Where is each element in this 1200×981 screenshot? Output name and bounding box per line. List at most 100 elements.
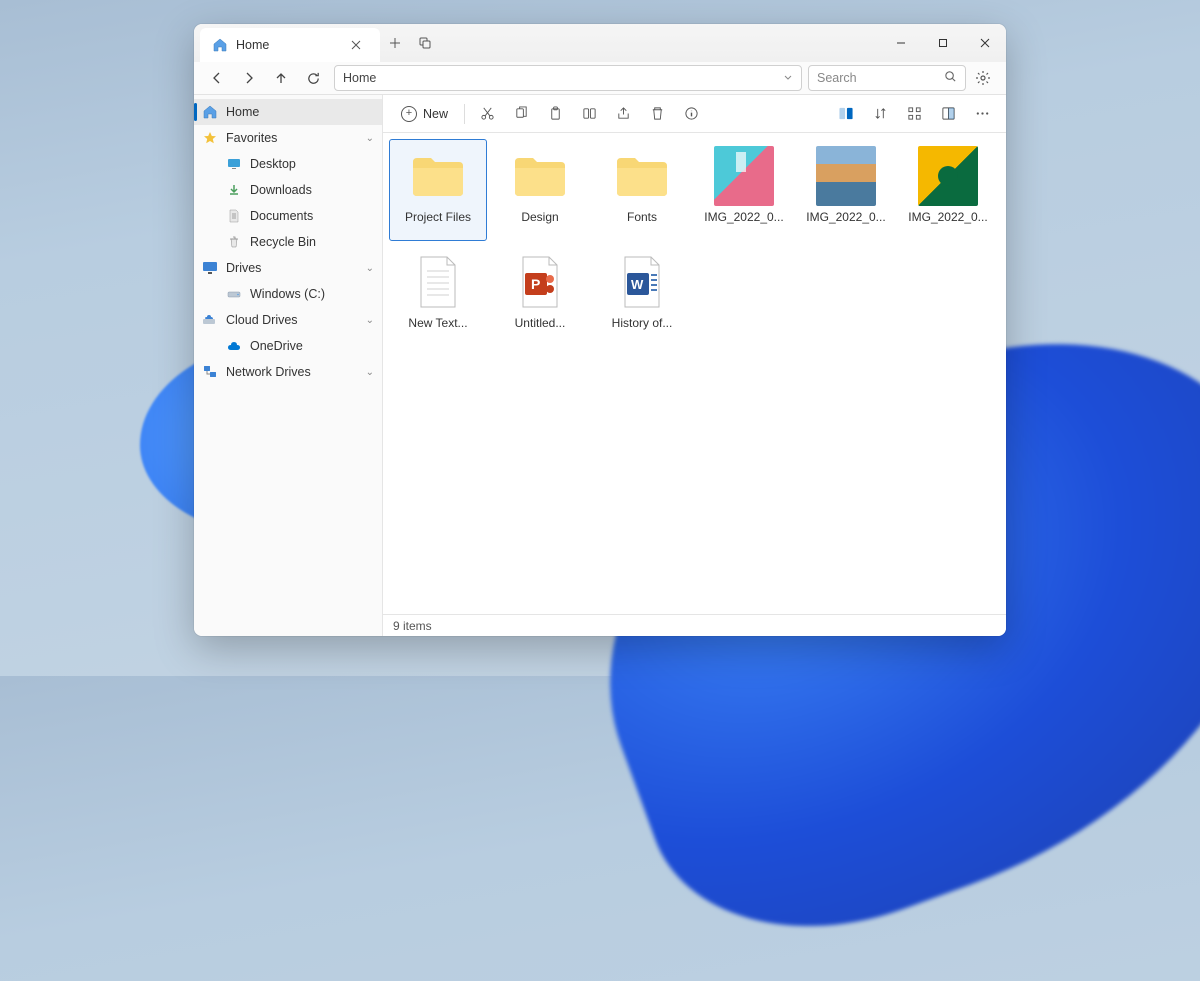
sidebar-section-drives[interactable]: Drives ⌄: [194, 255, 382, 281]
copy-button[interactable]: [505, 100, 537, 128]
sidebar-item-documents[interactable]: Documents: [194, 203, 382, 229]
plus-circle-icon: +: [401, 106, 417, 122]
search-placeholder: Search: [817, 71, 857, 85]
network-icon: [202, 364, 218, 380]
home-icon: [202, 104, 218, 120]
sidebar-item-downloads[interactable]: Downloads: [194, 177, 382, 203]
item-label: IMG_2022_0...: [704, 210, 783, 224]
item-label: Fonts: [627, 210, 657, 224]
cloud-drive-icon: [202, 312, 218, 328]
nav-toolbar: Home Search: [194, 62, 1006, 94]
minimize-button[interactable]: [880, 24, 922, 62]
item-image-3[interactable]: IMG_2022_0...: [899, 139, 997, 241]
item-history-doc[interactable]: W History of...: [593, 245, 691, 347]
tab-home[interactable]: Home: [200, 28, 380, 62]
item-new-text[interactable]: New Text...: [389, 245, 487, 347]
sidebar-section-favorites[interactable]: Favorites ⌄: [194, 125, 382, 151]
command-bar: + New: [383, 95, 1006, 133]
item-image-1[interactable]: IMG_2022_0...: [695, 139, 793, 241]
sidebar-item-label: Downloads: [250, 183, 312, 197]
sidebar-item-desktop[interactable]: Desktop: [194, 151, 382, 177]
address-text: Home: [343, 71, 376, 85]
item-design[interactable]: Design: [491, 139, 589, 241]
drive-icon: [226, 286, 242, 302]
maximize-button[interactable]: [922, 24, 964, 62]
chevron-down-icon[interactable]: ⌄: [366, 367, 374, 378]
sidebar-item-windows-c[interactable]: Windows (C:): [194, 281, 382, 307]
back-button[interactable]: [202, 64, 232, 92]
sidebar-item-label: Cloud Drives: [226, 313, 298, 327]
share-button[interactable]: [607, 100, 639, 128]
item-label: History of...: [612, 316, 673, 330]
search-input[interactable]: Search: [808, 65, 966, 91]
item-label: Untitled...: [515, 316, 566, 330]
sidebar-item-recyclebin[interactable]: Recycle Bin: [194, 229, 382, 255]
info-button[interactable]: [675, 100, 707, 128]
folder-icon: [612, 146, 672, 206]
sidebar-section-cloud[interactable]: Cloud Drives ⌄: [194, 307, 382, 333]
sort-button[interactable]: [864, 100, 896, 128]
sidebar-item-label: Home: [226, 105, 259, 119]
monitor-icon: [202, 260, 218, 276]
tab-close-button[interactable]: [344, 40, 368, 50]
cut-button[interactable]: [471, 100, 503, 128]
close-button[interactable]: [964, 24, 1006, 62]
svg-text:W: W: [631, 277, 644, 292]
item-label: IMG_2022_0...: [806, 210, 885, 224]
desktop-icon: [226, 156, 242, 172]
onedrive-icon: [226, 338, 242, 354]
sidebar-item-home[interactable]: Home: [194, 99, 382, 125]
recyclebin-icon: [226, 234, 242, 250]
documents-icon: [226, 208, 242, 224]
chevron-down-icon[interactable]: ⌄: [366, 315, 374, 326]
sidebar-section-network[interactable]: Network Drives ⌄: [194, 359, 382, 385]
image-thumbnail: [714, 146, 774, 206]
item-image-2[interactable]: IMG_2022_0...: [797, 139, 895, 241]
file-grid[interactable]: Project Files Design Fonts IMG_2022: [383, 133, 1006, 614]
settings-button[interactable]: [968, 64, 998, 92]
image-thumbnail: [918, 146, 978, 206]
sidebar-item-label: Windows (C:): [250, 287, 325, 301]
item-untitled-ppt[interactable]: P Untitled...: [491, 245, 589, 347]
details-button[interactable]: [932, 100, 964, 128]
item-project-files[interactable]: Project Files: [389, 139, 487, 241]
sidebar-item-label: Documents: [250, 209, 313, 223]
forward-button[interactable]: [234, 64, 264, 92]
item-count: 9 items: [393, 619, 432, 633]
sidebar-item-label: Network Drives: [226, 365, 311, 379]
chevron-down-icon[interactable]: [783, 71, 793, 85]
pptx-file-icon: P: [510, 252, 570, 312]
item-label: Project Files: [405, 210, 471, 224]
status-bar: 9 items: [383, 614, 1006, 636]
search-icon[interactable]: [944, 70, 957, 86]
refresh-button[interactable]: [298, 64, 328, 92]
up-button[interactable]: [266, 64, 296, 92]
sidebar-item-label: Recycle Bin: [250, 235, 316, 249]
item-fonts[interactable]: Fonts: [593, 139, 691, 241]
item-label: Design: [521, 210, 558, 224]
main-area: + New: [383, 95, 1006, 636]
docx-file-icon: W: [612, 252, 672, 312]
chevron-down-icon[interactable]: ⌄: [366, 263, 374, 274]
new-button-label: New: [423, 107, 448, 121]
delete-button[interactable]: [641, 100, 673, 128]
item-label: IMG_2022_0...: [908, 210, 987, 224]
view-button[interactable]: [898, 100, 930, 128]
tab-overview-button[interactable]: [410, 24, 440, 62]
rename-button[interactable]: [573, 100, 605, 128]
chevron-down-icon[interactable]: ⌄: [366, 133, 374, 144]
sidebar-item-onedrive[interactable]: OneDrive: [194, 333, 382, 359]
sidebar-item-label: Favorites: [226, 131, 277, 145]
address-bar[interactable]: Home: [334, 65, 802, 91]
home-icon: [212, 37, 228, 53]
new-tab-button[interactable]: [380, 24, 410, 62]
toggle-preview-button[interactable]: [830, 100, 862, 128]
more-button[interactable]: [966, 100, 998, 128]
paste-button[interactable]: [539, 100, 571, 128]
download-icon: [226, 182, 242, 198]
sidebar-item-label: Desktop: [250, 157, 296, 171]
folder-icon: [510, 146, 570, 206]
item-label: New Text...: [408, 316, 467, 330]
new-button[interactable]: + New: [391, 101, 458, 127]
sidebar-item-label: Drives: [226, 261, 261, 275]
